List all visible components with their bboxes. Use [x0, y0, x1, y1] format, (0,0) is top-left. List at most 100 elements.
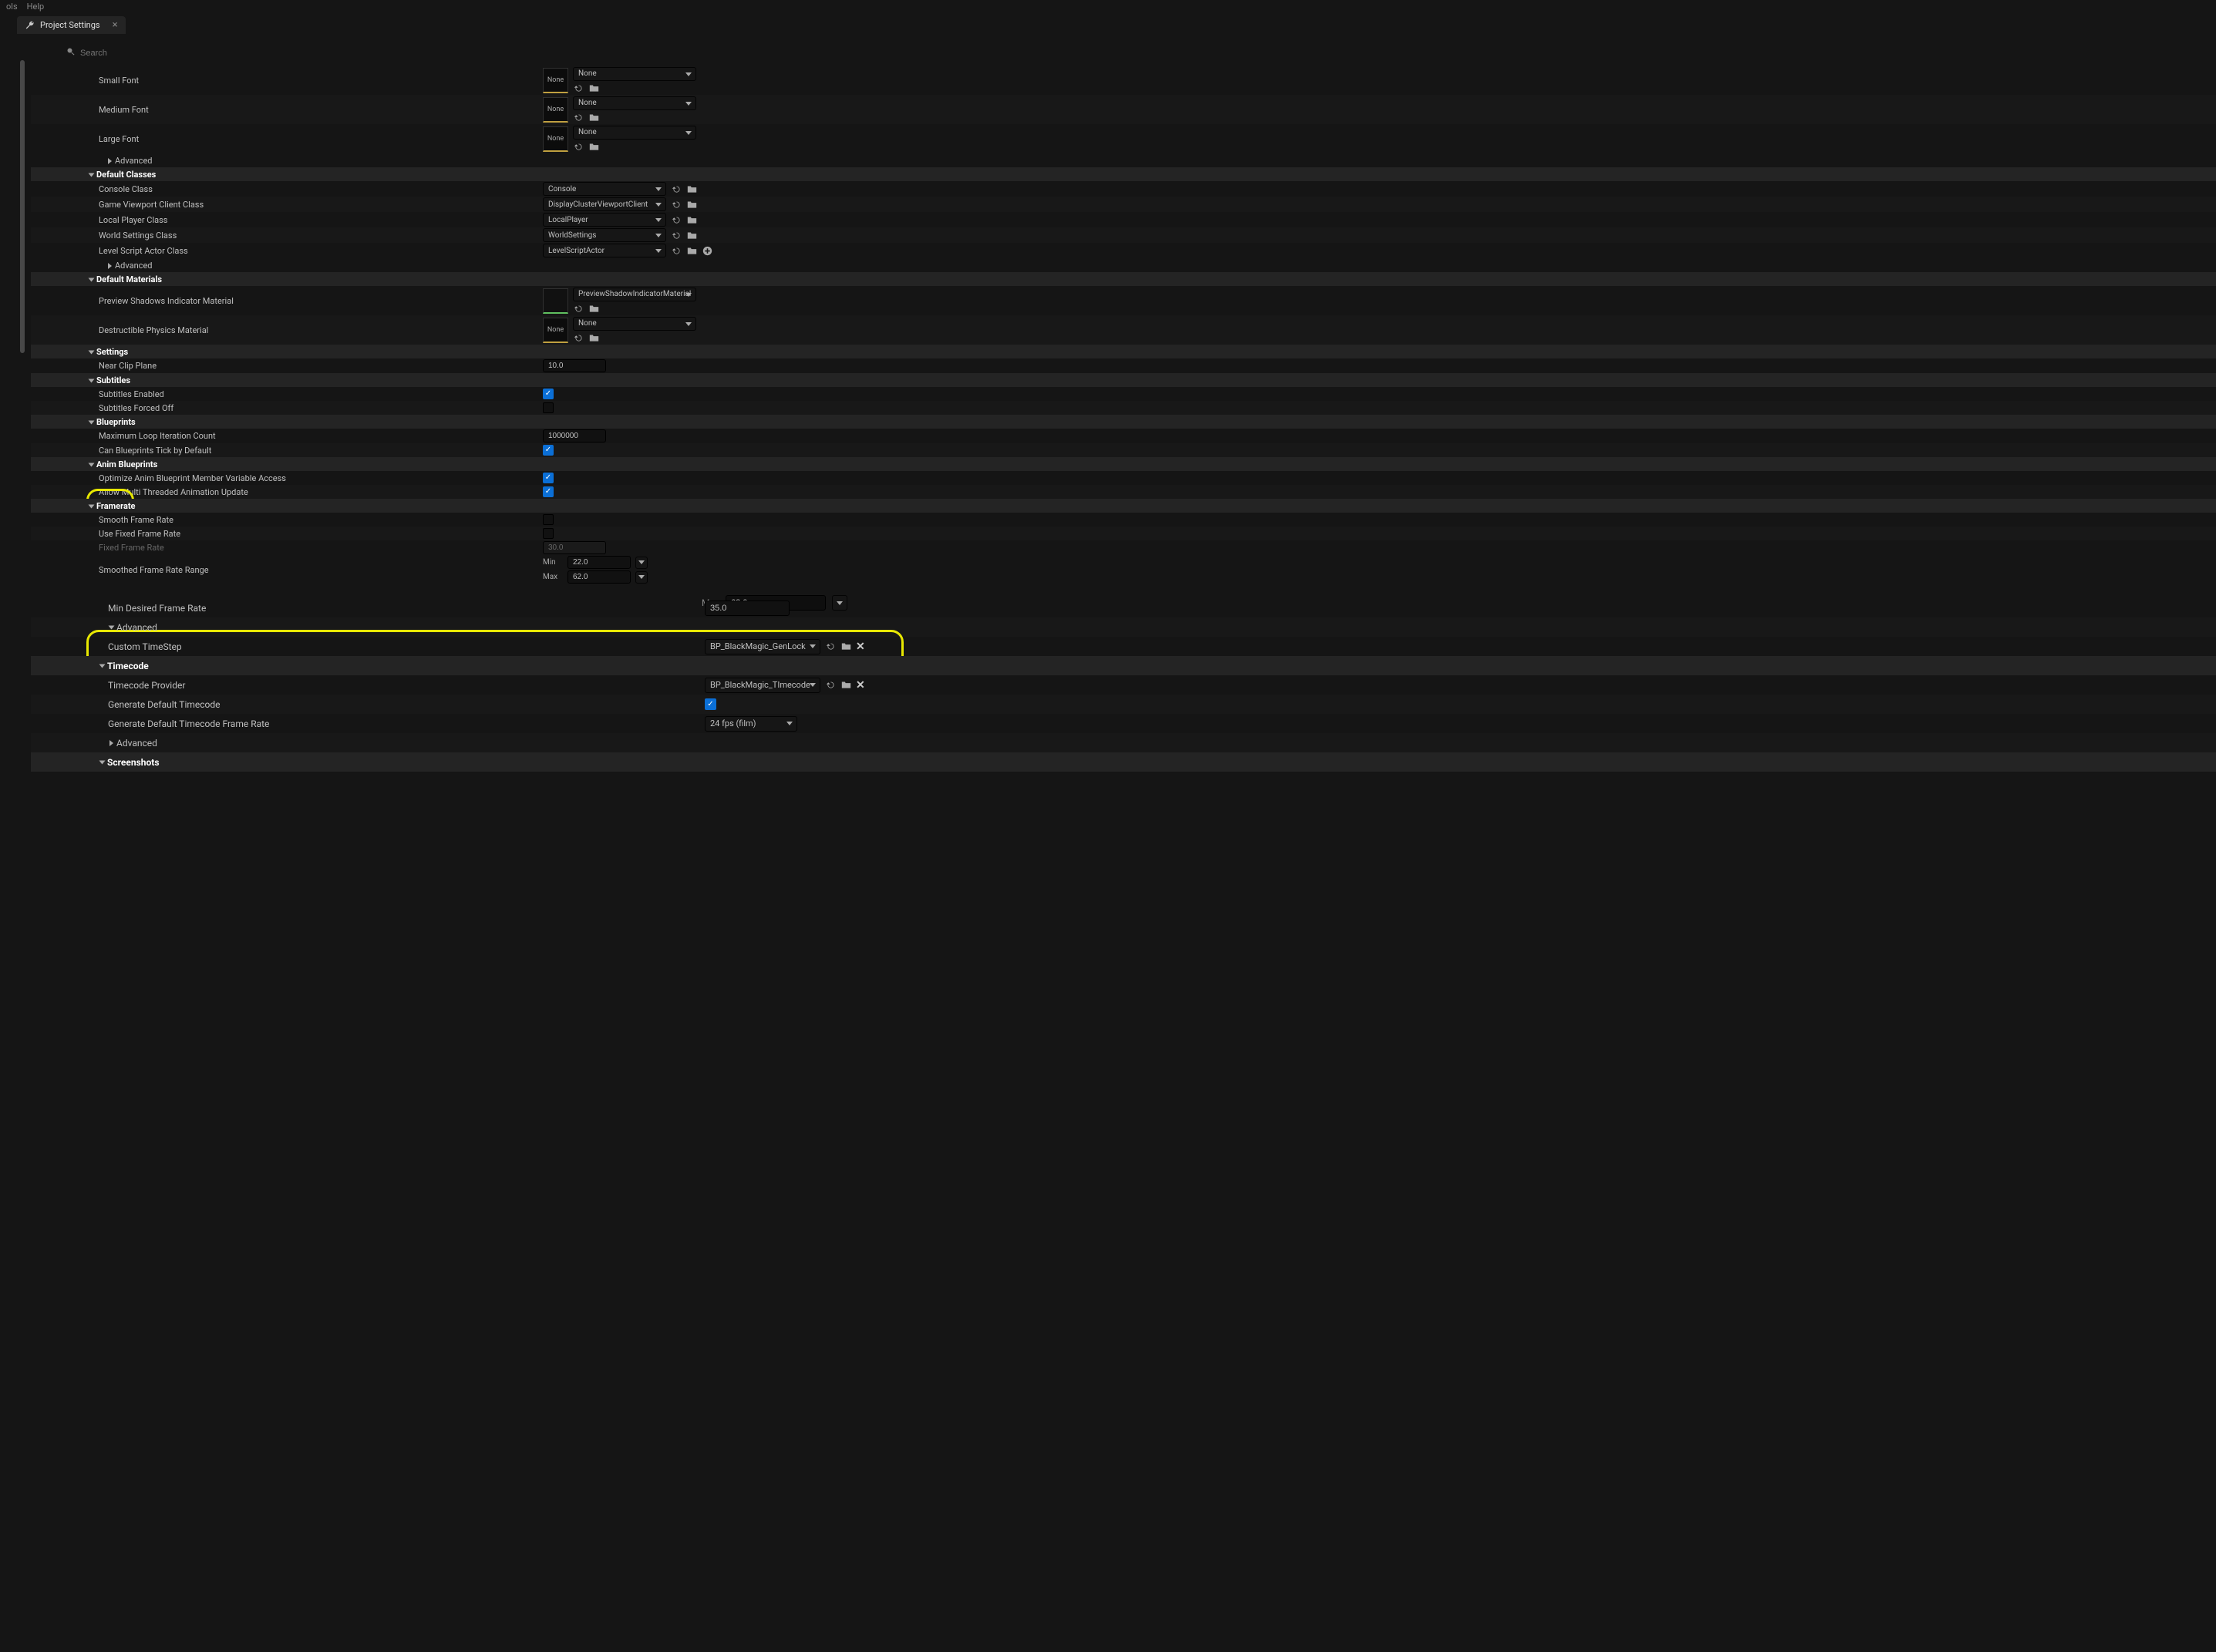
search-icon — [66, 47, 76, 59]
row-worldsettings-class: World Settings Class WorldSettings — [31, 227, 2216, 243]
section-anim-blueprints[interactable]: Anim Blueprints — [31, 457, 2216, 471]
row-use-fixed-framerate: Use Fixed Frame Rate — [31, 527, 2216, 540]
browse-icon[interactable] — [588, 333, 599, 344]
row-advanced-classes[interactable]: Advanced — [31, 258, 2216, 272]
row-smoothed-range: Smoothed Frame Rate Range Min Max — [31, 555, 2216, 584]
row-localplayer-class: Local Player Class LocalPlayer — [31, 212, 2216, 227]
menu-help[interactable]: Help — [27, 2, 45, 12]
reset-icon[interactable] — [573, 333, 584, 344]
tab-project-settings[interactable]: Project Settings × — [17, 16, 126, 34]
row-smooth-framerate: Smooth Frame Rate — [31, 513, 2216, 527]
search-input[interactable] — [80, 49, 2204, 58]
dropdown-worldsettings-class[interactable]: WorldSettings — [543, 228, 666, 242]
checkbox-subtitles-forced-off[interactable] — [543, 402, 554, 413]
reset-icon[interactable] — [671, 245, 682, 256]
checkbox-subtitles-enabled[interactable] — [543, 389, 554, 399]
asset-thumbnail[interactable]: None — [543, 97, 568, 123]
asset-thumbnail[interactable]: None — [543, 68, 568, 93]
section-default-classes[interactable]: Default Classes — [31, 167, 2216, 181]
reset-icon[interactable] — [671, 183, 682, 194]
section-blueprints[interactable]: Blueprints — [31, 415, 2216, 429]
asset-thumbnail[interactable]: None — [543, 126, 568, 152]
reset-icon[interactable] — [573, 83, 584, 94]
dropdown-preview-material[interactable]: PreviewShadowIndicatorMaterial — [573, 288, 696, 301]
dropdown-console-class[interactable]: Console — [543, 182, 666, 196]
dropdown-localplayer-class[interactable]: LocalPlayer — [543, 213, 666, 227]
input-fixed-framerate — [543, 541, 606, 554]
reset-icon[interactable] — [573, 113, 584, 123]
close-icon[interactable]: × — [113, 19, 118, 31]
browse-icon[interactable] — [588, 304, 599, 315]
dropdown-custom-timestep[interactable]: BP_BlackMagic_GenLock — [705, 639, 820, 654]
add-icon[interactable] — [702, 245, 712, 256]
browse-icon[interactable] — [588, 113, 599, 123]
reset-icon[interactable] — [671, 214, 682, 225]
section-settings[interactable]: Settings — [31, 345, 2216, 358]
row-timecode-framerate: Generate Default Timecode Frame Rate 24 … — [31, 714, 2216, 733]
row-subtitles-forced-off: Subtitles Forced Off — [31, 401, 2216, 415]
dropdown-timecode-provider[interactable]: BP_BlackMagic_TImecode — [705, 678, 820, 693]
row-fixed-framerate: Fixed Frame Rate — [31, 540, 2216, 555]
label-large-font: Large Font — [31, 133, 540, 146]
input-max-loop[interactable] — [543, 429, 606, 442]
asset-thumbnail[interactable] — [543, 288, 568, 314]
browse-icon[interactable] — [686, 230, 697, 241]
browse-icon[interactable] — [686, 199, 697, 210]
menubar: ols Help — [0, 0, 2216, 13]
checkbox-can-tick[interactable] — [543, 445, 554, 456]
dropdown-destructible-material[interactable]: None — [573, 317, 696, 331]
reset-icon[interactable] — [671, 230, 682, 241]
section-framerate[interactable]: Framerate — [31, 499, 2216, 513]
browse-icon[interactable] — [840, 680, 851, 691]
section-default-materials[interactable]: Default Materials — [31, 272, 2216, 286]
scroll-thumb[interactable] — [20, 60, 25, 353]
row-advanced-fonts[interactable]: Advanced — [31, 153, 2216, 167]
row-timecode-advanced[interactable]: Advanced — [31, 733, 2216, 752]
section-timecode[interactable]: Timecode — [31, 656, 2216, 675]
browse-icon[interactable] — [840, 641, 851, 652]
clear-icon[interactable]: ✕ — [856, 641, 865, 653]
checkbox-use-fixed-framerate[interactable] — [543, 528, 554, 539]
scrollbar[interactable] — [0, 34, 31, 1652]
input-min-desired[interactable] — [705, 601, 790, 616]
browse-icon[interactable] — [686, 183, 697, 194]
settings-panel: Small Font None None Medium Font None No… — [31, 34, 2216, 1652]
search-bar[interactable] — [62, 45, 2208, 61]
checkbox-multithread-anim[interactable] — [543, 486, 554, 497]
checkbox-optimize-anim[interactable] — [543, 473, 554, 483]
reset-icon[interactable] — [671, 199, 682, 210]
browse-icon[interactable] — [588, 83, 599, 94]
label-medium-font: Medium Font — [31, 103, 540, 116]
dropdown-large-font[interactable]: None — [573, 126, 696, 140]
browse-icon[interactable] — [588, 142, 599, 153]
row-can-tick: Can Blueprints Tick by Default — [31, 443, 2216, 457]
section-screenshots[interactable]: Screenshots — [31, 752, 2216, 772]
dropdown-small-font[interactable]: None — [573, 67, 696, 81]
reset-icon[interactable] — [573, 304, 584, 315]
dropdown-max-toggle[interactable] — [635, 571, 648, 584]
dropdown-medium-font[interactable]: None — [573, 96, 696, 110]
section-subtitles[interactable]: Subtitles — [31, 373, 2216, 387]
input-range-max[interactable] — [567, 570, 631, 584]
checkbox-smooth-framerate[interactable] — [543, 514, 554, 525]
dropdown-viewport-class[interactable]: DisplayClusterViewportClient — [543, 197, 666, 211]
checkbox-generate-timecode[interactable] — [705, 698, 716, 710]
reset-icon[interactable] — [825, 641, 836, 652]
input-near-clip[interactable] — [543, 359, 606, 372]
label-max: Max — [543, 573, 563, 581]
input-range-min[interactable] — [567, 556, 631, 569]
dropdown-levelscript-class[interactable]: LevelScriptActor — [543, 244, 666, 257]
lower-panel: Max Min Desired Frame Rate Advanced Cust… — [31, 598, 2216, 772]
browse-icon[interactable] — [686, 214, 697, 225]
row-small-font: Small Font None None — [31, 66, 2216, 95]
reset-icon[interactable] — [573, 142, 584, 153]
reset-icon[interactable] — [825, 680, 836, 691]
row-lower-advanced[interactable]: Advanced — [31, 617, 2216, 637]
browse-icon[interactable] — [686, 245, 697, 256]
clear-icon[interactable]: ✕ — [856, 679, 865, 691]
dropdown-timecode-framerate[interactable]: 24 fps (film) — [705, 716, 797, 732]
dropdown-min-toggle[interactable] — [635, 557, 648, 569]
row-large-font: Large Font None None — [31, 124, 2216, 153]
menu-tools[interactable]: ols — [6, 2, 18, 12]
asset-thumbnail[interactable]: None — [543, 318, 568, 343]
